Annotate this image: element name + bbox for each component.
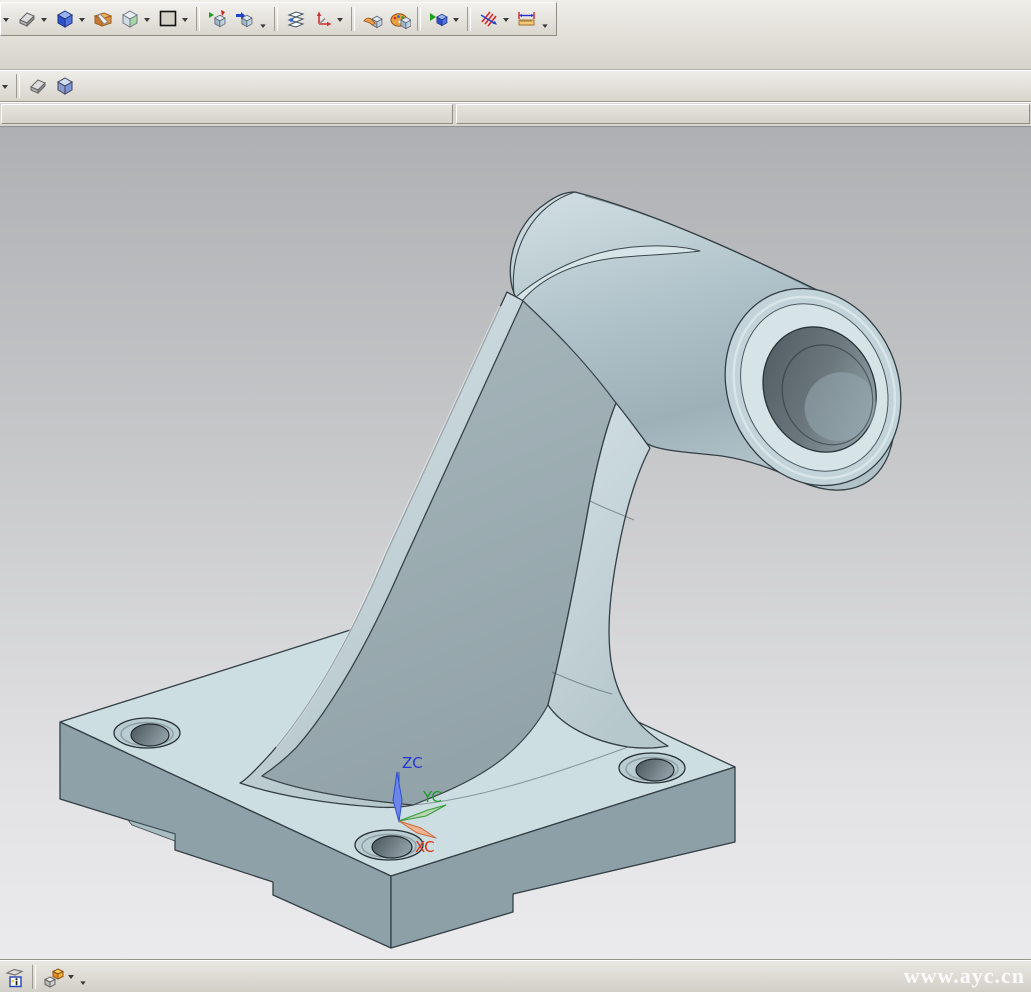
dropdown-arrow-icon[interactable] [79,18,85,25]
toolbar-row-main [0,0,1031,70]
part-bracket-model[interactable]: ZC YC XC [60,192,932,948]
status-panel [456,104,1030,124]
toolbar-separator [32,965,36,989]
dropdown-arrow-icon[interactable] [68,975,74,982]
graphics-viewport[interactable]: ZC YC XC [0,126,1031,960]
counterbore-hole[interactable] [114,718,180,748]
dropdown-arrow-icon[interactable] [80,981,85,987]
wcs-dynamics-icon[interactable] [309,6,336,32]
wcs-label-xc: XC [415,838,435,856]
fit-view-icon[interactable] [154,6,181,32]
wireframe-view-icon[interactable] [116,6,143,32]
work-layer-cube-icon[interactable] [40,964,67,990]
dropdown-arrow-icon[interactable] [3,18,9,25]
toolbar-separator [196,7,200,31]
dropdown-arrow-icon[interactable] [453,18,459,25]
pan-view-icon[interactable] [231,6,258,32]
bottom-toolbar: www.ayc.cn [0,960,1031,992]
wcs-label-yc: YC [422,788,442,806]
face-analysis-icon[interactable] [89,6,116,32]
show-hide-icon[interactable] [425,6,452,32]
watermark-text: www.ayc.cn [904,963,1025,989]
toolbar-separator [467,7,471,31]
toolbar-separator [274,7,278,31]
dropdown-arrow-icon[interactable] [144,18,150,25]
layer-settings-icon[interactable] [282,6,309,32]
display-mode-small-icon[interactable] [24,73,51,99]
main-toolbar-group [0,2,557,36]
datum-constraint-icon[interactable] [475,6,502,32]
secondary-toolbar-row [0,70,1031,101]
toolbar-separator [16,74,20,98]
viewport-3d-scene[interactable]: ZC YC XC [0,127,1031,961]
wcs-label-zc: ZC [402,754,423,772]
orient-view-icon[interactable] [204,6,231,32]
prompt-panel [1,104,453,124]
translucent-cube-icon[interactable] [51,73,78,99]
display-mode-icon[interactable] [13,6,40,32]
counterbore-hole[interactable] [619,753,685,783]
prompt-status-row [0,101,1031,126]
info-list-icon[interactable] [1,964,28,990]
dropdown-arrow-icon[interactable] [2,85,8,92]
dropdown-arrow-icon[interactable] [182,18,188,25]
cad-application-window: ZC YC XC www.ayc.cn [0,0,1031,988]
toolbar-separator [351,7,355,31]
dropdown-arrow-icon[interactable] [503,18,509,25]
measure-distance-icon[interactable] [513,6,540,32]
edit-object-display-icon[interactable] [386,6,413,32]
dropdown-arrow-icon[interactable] [542,24,547,30]
dropdown-arrow-icon[interactable] [41,18,47,25]
counterbore-hole[interactable] [355,830,423,860]
shaded-view-icon[interactable] [51,6,78,32]
bottom-toolbar-icons [1,964,90,990]
snap-point-icon[interactable] [359,6,386,32]
dropdown-arrow-icon[interactable] [260,24,265,30]
dropdown-arrow-icon[interactable] [337,18,343,25]
toolbar-separator [417,7,421,31]
